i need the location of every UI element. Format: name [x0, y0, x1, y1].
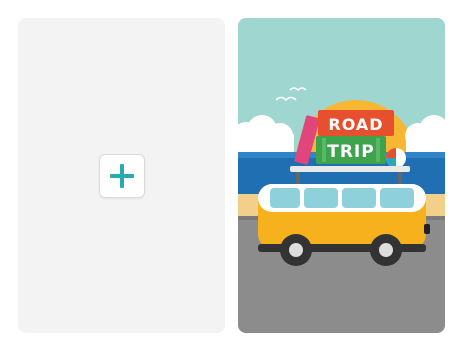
sign-line-1: ROAD — [328, 115, 383, 134]
road-trip-template-card[interactable]: ROAD TRIP — [238, 18, 445, 333]
sign-line-2: TRIP — [327, 142, 374, 162]
plus-icon — [110, 164, 134, 188]
road-sign: ROAD TRIP — [294, 110, 394, 165]
road-trip-illustration: ROAD TRIP — [238, 18, 445, 333]
beach-ball — [386, 148, 406, 168]
blank-card[interactable] — [18, 18, 225, 333]
add-button[interactable] — [99, 154, 145, 198]
